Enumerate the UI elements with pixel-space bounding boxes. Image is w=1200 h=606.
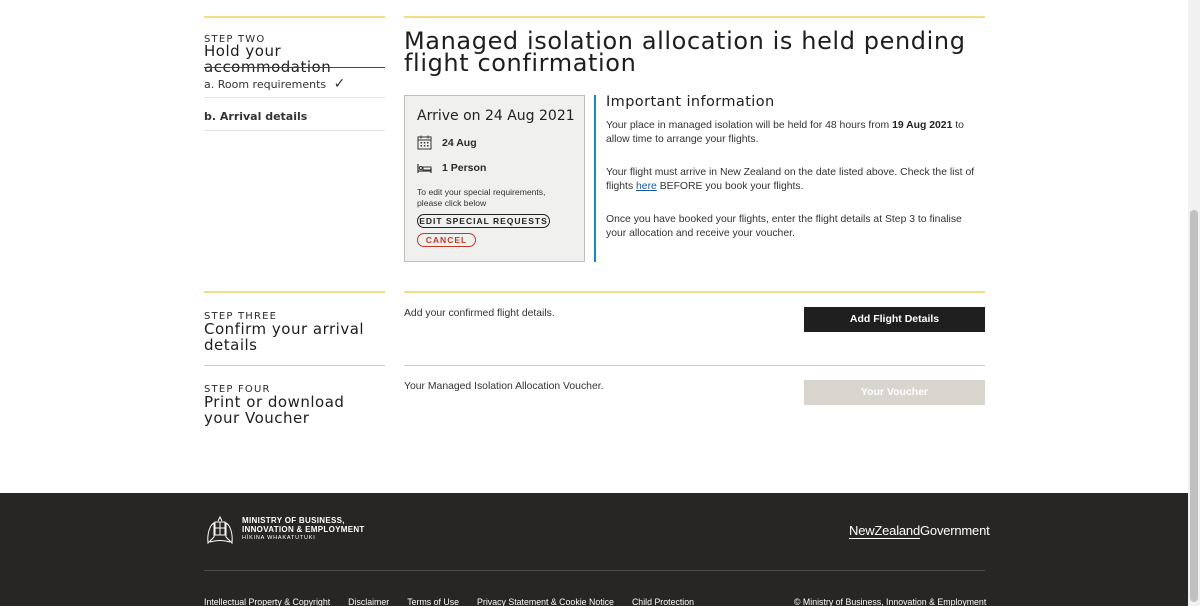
your-voucher-button[interactable]: Your Voucher	[804, 380, 985, 405]
footer-link-ip[interactable]: Intellectual Property & Copyright	[204, 597, 330, 606]
divider-gold	[404, 16, 985, 18]
scrollbar-thumb[interactable]	[1190, 210, 1198, 602]
divider	[204, 365, 385, 366]
calendar-icon	[417, 135, 432, 150]
cancel-button[interactable]: CANCEL	[417, 233, 476, 247]
add-flight-details-button[interactable]: Add Flight Details	[804, 307, 985, 332]
step-two-title: Hold your accommodation	[204, 42, 332, 76]
copyright: © Ministry of Business, Innovation & Emp…	[794, 597, 987, 606]
person-count: 1 Person	[442, 162, 487, 174]
page: STEP TWO Hold your accommodation a. Room…	[0, 0, 1200, 606]
mbie-subline: HĪKINA WHAKATUTUKI	[242, 535, 316, 542]
substep-room-requirements[interactable]: a. Room requirements ✓	[204, 76, 385, 92]
nz-govt-wordmark: NewZealand	[849, 523, 920, 539]
footer: MINISTRY OF BUSINESS, INNOVATION & EMPLO…	[0, 493, 1188, 606]
edit-requirements-note: To edit your special requirements, pleas…	[417, 187, 546, 208]
step-three-title: Confirm your arrival details	[204, 320, 365, 354]
info-paragraph-hold: Your place in managed isolation will be …	[606, 119, 981, 147]
bed-icon	[417, 163, 432, 173]
divider-gold	[204, 16, 385, 18]
nz-government-logo[interactable]: NewZealandGovernment	[849, 523, 990, 539]
nz-govt-wordmark: Government	[920, 523, 990, 538]
footer-divider	[204, 570, 985, 571]
mbie-logo[interactable]: MINISTRY OF BUSINESS, INNOVATION & EMPLO…	[204, 515, 365, 545]
flights-list-link[interactable]: here	[636, 181, 657, 192]
checkmark-icon: ✓	[333, 76, 346, 92]
scrollbar[interactable]	[1188, 0, 1200, 606]
divider	[204, 130, 385, 131]
important-information-title: Important information	[606, 94, 775, 110]
footer-link-disclaimer[interactable]: Disclaimer	[348, 597, 389, 606]
info-text: BEFORE you book your flights.	[656, 181, 804, 192]
footer-link-privacy[interactable]: Privacy Statement & Cookie Notice	[477, 597, 614, 606]
step-three-description: Add your confirmed flight details.	[404, 308, 555, 319]
footer-link-terms[interactable]: Terms of Use	[407, 597, 459, 606]
substep-label: a. Room requirements	[204, 78, 327, 91]
divider	[204, 67, 385, 68]
arrive-date-title: Arrive on 24 Aug 2021	[417, 108, 575, 124]
mbie-line: INNOVATION & EMPLOYMENT	[242, 524, 365, 534]
edit-special-requests-button[interactable]: EDIT SPECIAL REQUESTS	[417, 214, 550, 228]
substep-arrival-details[interactable]: b. Arrival details	[204, 110, 385, 123]
info-paragraph-next: Once you have booked your flights, enter…	[606, 214, 962, 239]
booking-summary-card: Arrive on 24 Aug 2021 24 Aug 1 Person To…	[404, 95, 585, 262]
footer-links: Intellectual Property & Copyright Discla…	[204, 597, 712, 606]
info-paragraph-flight: Your flight must arrive in New Zealand o…	[606, 166, 981, 194]
hold-date: 19 Aug 2021	[892, 120, 953, 131]
step-four-title: Print or download your Voucher	[204, 393, 345, 427]
page-title: Managed isolation allocation is held pen…	[404, 27, 966, 77]
divider	[404, 365, 985, 366]
info-text: Your place in managed isolation will be …	[606, 120, 893, 131]
divider-gold	[404, 291, 985, 293]
persons-row: 1 Person	[417, 162, 486, 174]
arrival-date: 24 Aug	[442, 136, 477, 149]
info-accent-bar	[594, 95, 596, 262]
date-row: 24 Aug	[417, 135, 477, 150]
footer-link-child-protection[interactable]: Child Protection	[632, 597, 694, 606]
divider-gold	[204, 291, 385, 293]
mbie-wordmark: MINISTRY OF BUSINESS, INNOVATION & EMPLO…	[242, 517, 365, 543]
coat-of-arms-icon	[207, 515, 233, 545]
divider	[204, 97, 385, 98]
step-four-description: Your Managed Isolation Allocation Vouche…	[404, 381, 604, 392]
